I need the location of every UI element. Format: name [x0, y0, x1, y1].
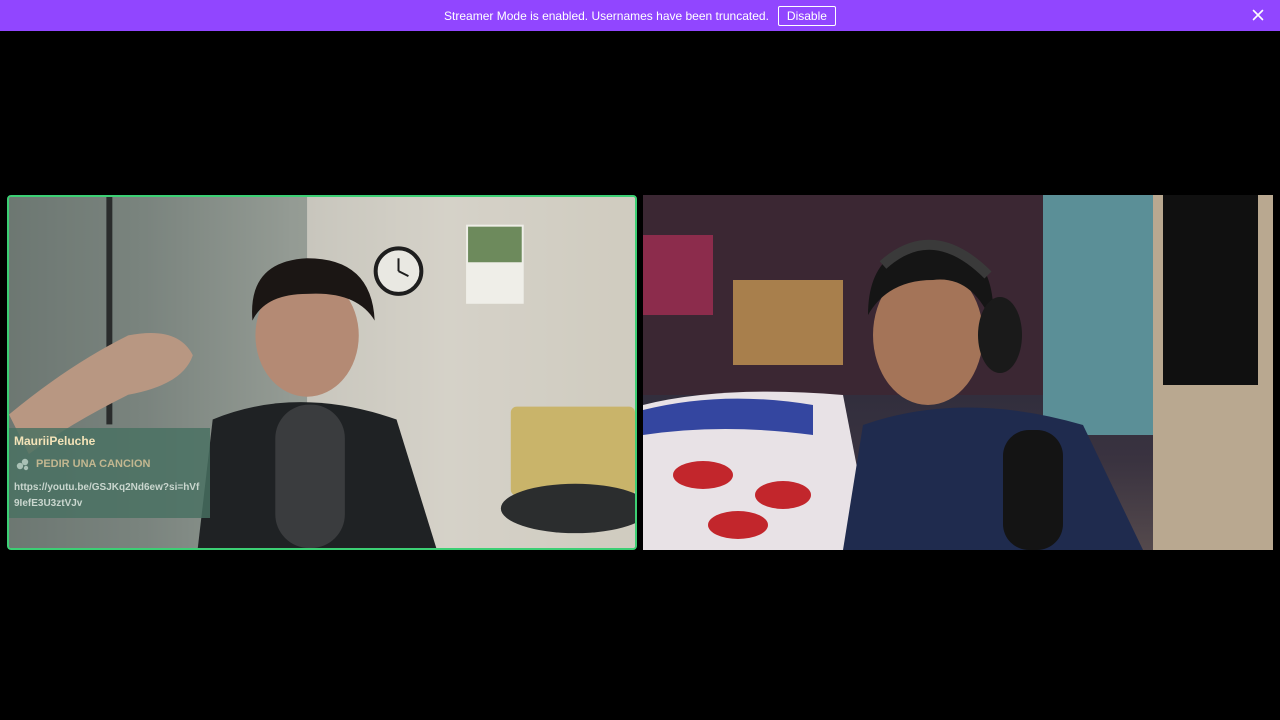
chat-reward-row: PEDIR UNA CANCION: [16, 457, 210, 471]
video-tile-right[interactable]: [643, 195, 1273, 550]
video-tile-left[interactable]: MauriiPeluche PEDIR UNA CANCION https://…: [7, 195, 637, 550]
streamer-mode-banner: Streamer Mode is enabled. Usernames have…: [0, 0, 1280, 31]
chat-reward-label: PEDIR UNA CANCION: [36, 458, 151, 470]
disable-streamer-mode-button[interactable]: Disable: [777, 5, 836, 26]
webcam-feed-right: [643, 195, 1273, 550]
chat-message-overlay: MauriiPeluche PEDIR UNA CANCION https://…: [9, 428, 210, 518]
close-icon[interactable]: [1250, 7, 1266, 23]
chat-link[interactable]: https://youtu.be/GSJKq2Nd6ew?si=hVf9IefE…: [14, 480, 200, 512]
chat-username: MauriiPeluche: [14, 434, 96, 448]
streamer-mode-message: Streamer Mode is enabled. Usernames have…: [444, 8, 769, 23]
channel-points-icon: [16, 458, 29, 471]
